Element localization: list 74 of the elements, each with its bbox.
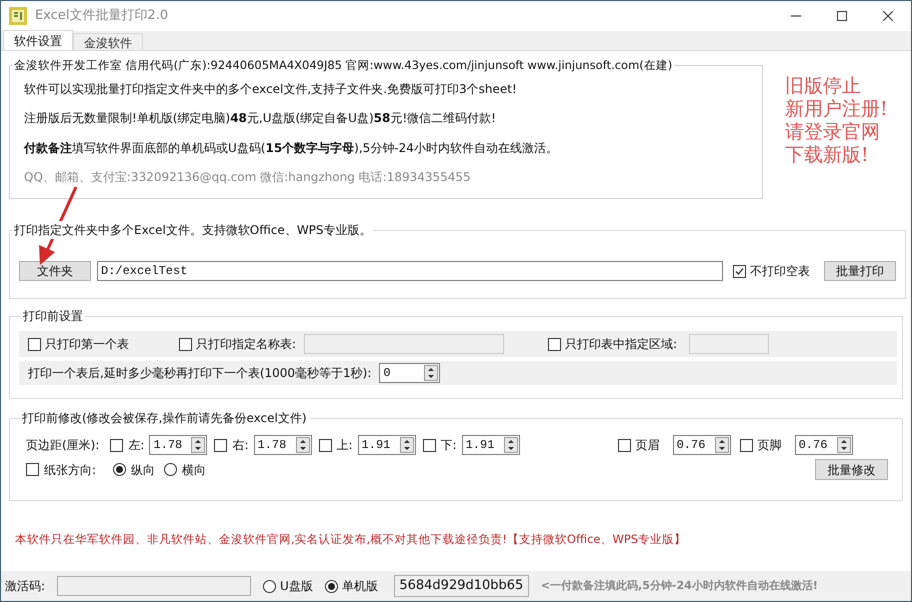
spin-arrows-icon[interactable] xyxy=(504,437,518,453)
group-title: 打印前修改(修改会被保存,操作前请先备份excel文件) xyxy=(21,410,308,427)
machine-code-field[interactable]: 5684d929d10bb65 xyxy=(394,575,529,597)
maximize-icon xyxy=(837,11,847,21)
checkbox-label: 页眉 xyxy=(636,437,660,454)
tab[interactable]: 金浚软件 xyxy=(73,33,143,50)
app-logo-icon xyxy=(9,7,27,25)
disclaimer-text: 本软件只在华军软件园、非凡软件站、金浚软件官网,实名认证发布,概不对其他下载途径负责!【支持微软Office、WPS专业版】 xyxy=(15,531,686,548)
number-field[interactable]: 0 xyxy=(379,363,440,383)
spin-arrows-icon[interactable] xyxy=(296,437,310,453)
margin-side-label: 右: xyxy=(232,437,248,454)
folder-button[interactable]: 文件夹 xyxy=(19,261,91,281)
checkbox[interactable] xyxy=(618,438,631,452)
checkbox[interactable] xyxy=(179,338,192,350)
checkbox[interactable] xyxy=(28,338,41,350)
checkbox-label: 纸张方向: xyxy=(44,462,96,478)
group-title: 打印前设置 xyxy=(22,308,84,325)
checkbox[interactable] xyxy=(548,338,562,350)
radio-button[interactable] xyxy=(113,463,126,476)
spin-arrows-icon[interactable] xyxy=(191,437,206,453)
info-title: 金浚软件开发工作室 信用代码(广东):92440605MA4X049J85 官网:www.43yes.com/jinjunsoft www.jinjunsoft.com(在建) xyxy=(13,57,674,74)
margin-label: 页边距(厘米): xyxy=(26,437,100,454)
margin-side-label: 上: xyxy=(336,437,353,454)
radio-label: 纵向 xyxy=(131,462,156,478)
checkbox-label: 只打印表中指定区域: xyxy=(565,336,678,353)
checkbox[interactable] xyxy=(26,463,39,476)
range-field[interactable] xyxy=(689,334,770,354)
checkbox[interactable] xyxy=(422,438,436,452)
checkbox[interactable] xyxy=(733,264,746,278)
checkbox-label: 页脚 xyxy=(758,437,782,454)
notice-text: 请登录官网 xyxy=(785,121,881,144)
info-text: 注册版后无数量限制!单机版(绑定电脑)48元,U盘版(绑定自备U盘)58元!微信二维码付款! xyxy=(24,110,497,128)
spin-arrows-icon[interactable] xyxy=(400,437,414,453)
hint-text: <一付款备注填此码,5分钟-24小时内软件自动在线激活! xyxy=(540,578,818,594)
checkbox[interactable] xyxy=(740,438,753,452)
checkbox-label: 只打印指定名称表: xyxy=(196,336,296,353)
tab[interactable]: 软件设置 xyxy=(3,30,73,50)
number-field[interactable]: 1.91 xyxy=(358,435,416,455)
sheet-name-field[interactable] xyxy=(304,334,504,354)
activation-field[interactable] xyxy=(57,576,252,596)
activation-label: 激活码: xyxy=(5,578,46,595)
delay-label: 打印一个表后,延时多少毫秒再打印下一个表(1000毫秒等于1秒): xyxy=(28,365,372,382)
notice-text: 旧版停止 xyxy=(785,75,862,98)
contact-text: QQ、邮箱、支付宝:332092136@qq.com 微信:hangzhong 电话:18934355455 xyxy=(24,169,472,186)
number-field[interactable]: 0.76 xyxy=(672,435,731,455)
checkbox-label: 不打印空表 xyxy=(750,263,810,280)
margin-side-label: 下: xyxy=(440,437,457,454)
number-field[interactable]: 1.78 xyxy=(149,435,208,455)
margin-side-label: 左: xyxy=(128,437,144,454)
info-text: 付款备注填写软件界面底部的单机码或U盘码(15个数字与字母),5分钟-24小时内软件自动在线激活。 xyxy=(24,140,559,157)
number-field[interactable]: 1.78 xyxy=(254,435,312,455)
window-title: Excel文件批量打印2.0 xyxy=(35,7,168,26)
batch-modify-button[interactable]: 批量修改 xyxy=(815,459,888,480)
number-field[interactable]: 0.76 xyxy=(794,435,853,455)
radio-label: 横向 xyxy=(182,462,206,478)
radio-label: U盘版 xyxy=(280,578,313,595)
notice-text: 新用户注册! xyxy=(785,98,888,121)
checkbox[interactable] xyxy=(214,438,228,452)
info-text: 软件可以实现批量打印指定文件夹中的多个excel文件,支持子文件夹.免费版可打印3个sheet! xyxy=(24,80,518,98)
checkbox[interactable] xyxy=(318,438,332,452)
close-icon xyxy=(883,11,893,21)
number-field[interactable]: 1.91 xyxy=(462,435,520,455)
checkbox[interactable] xyxy=(110,438,124,452)
radio-label: 单机版 xyxy=(342,578,378,595)
spin-arrows-icon[interactable] xyxy=(424,365,438,381)
spin-arrows-icon[interactable] xyxy=(714,437,729,453)
path-field[interactable]: D:/excelTest xyxy=(97,261,723,281)
radio-button[interactable] xyxy=(324,580,338,592)
notice-text: 下载新版! xyxy=(785,144,870,167)
print-button[interactable]: 批量打印 xyxy=(824,261,896,281)
radio-button[interactable] xyxy=(263,580,276,592)
checkbox-label: 只打印第一个表 xyxy=(45,336,129,353)
spin-arrows-icon[interactable] xyxy=(836,437,851,453)
radio-button[interactable] xyxy=(164,463,178,476)
